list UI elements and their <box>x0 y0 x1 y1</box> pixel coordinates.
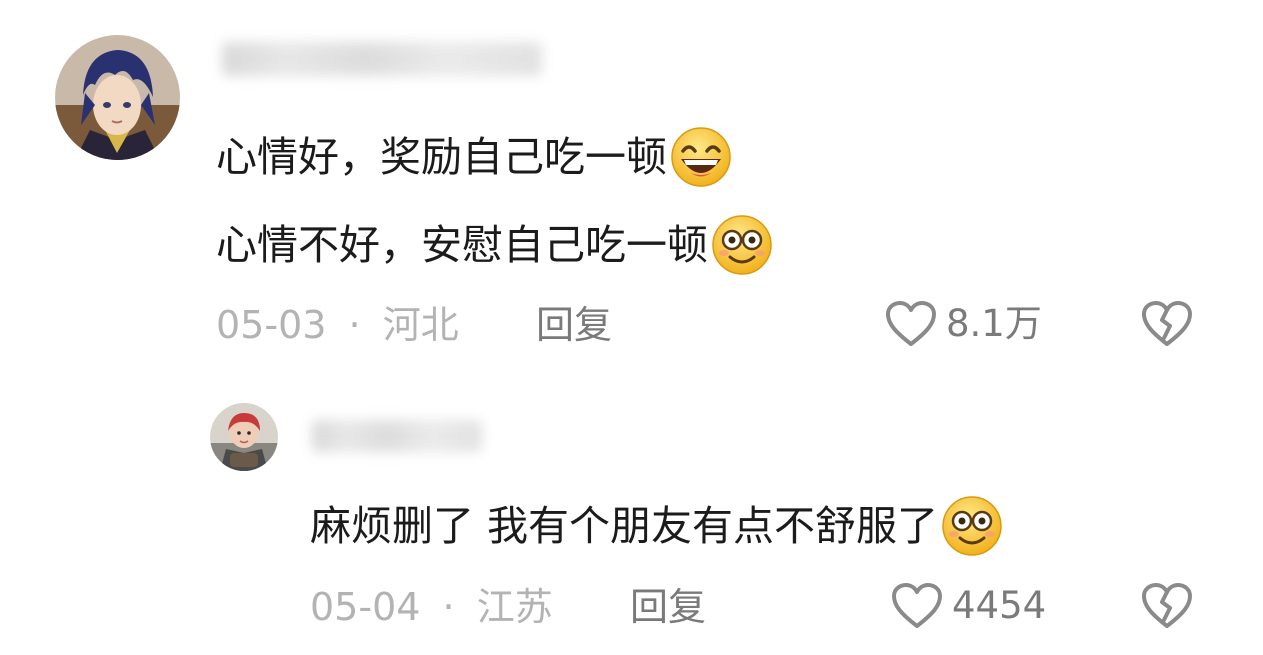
reply-label: 回复 <box>536 303 613 347</box>
broken-heart-icon <box>1140 300 1194 348</box>
meta-separator: · <box>442 585 455 629</box>
heart-outline-icon <box>890 582 944 630</box>
replier-username[interactable] <box>312 420 482 452</box>
grin-emoji <box>669 125 733 189</box>
commenter-avatar[interactable] <box>55 35 180 160</box>
reply-button[interactable]: 回复 <box>536 302 612 348</box>
comment-location: 河北 <box>382 303 459 347</box>
reply-like-button[interactable]: 4454 <box>890 582 1046 630</box>
heart-outline-icon <box>884 300 938 348</box>
reply-text: 麻烦删了 我有个朋友有点不舒服了 <box>310 502 939 550</box>
meta-separator: · <box>348 303 361 347</box>
comment-date: 05-03 <box>216 303 327 347</box>
dislike-button[interactable] <box>1140 300 1194 348</box>
like-count: 8.1万 <box>946 302 1042 345</box>
reply-location: 江苏 <box>476 585 553 629</box>
comment-thread: 心情好，奖励自己吃一顿 心情不好，安慰自己吃一顿 05-03 · 河北 回复 8… <box>0 0 1263 655</box>
comment-text-2: 心情不好，安慰自己吃一顿 <box>216 221 708 269</box>
reply-dislike-button[interactable] <box>1140 582 1194 630</box>
smile-emoji <box>940 494 1004 558</box>
replier-avatar[interactable] <box>210 403 278 471</box>
reply-meta: 05-04 · 江苏 <box>310 584 553 630</box>
reply-date: 05-04 <box>310 585 421 629</box>
smile-emoji <box>710 213 774 277</box>
broken-heart-icon <box>1140 582 1194 630</box>
commenter-username[interactable] <box>222 42 542 76</box>
comment-line-2: 心情不好，安慰自己吃一顿 <box>216 213 774 277</box>
reply-line: 麻烦删了 我有个朋友有点不舒服了 <box>310 494 1004 558</box>
like-button[interactable]: 8.1万 <box>884 300 1042 348</box>
reply-to-reply-button[interactable]: 回复 <box>630 584 706 630</box>
reply-like-count: 4454 <box>952 584 1047 627</box>
comment-line-1: 心情好，奖励自己吃一顿 <box>216 125 733 189</box>
reply-label: 回复 <box>630 585 707 629</box>
comment-meta: 05-03 · 河北 <box>216 302 459 348</box>
comment-text-1: 心情好，奖励自己吃一顿 <box>216 133 667 181</box>
